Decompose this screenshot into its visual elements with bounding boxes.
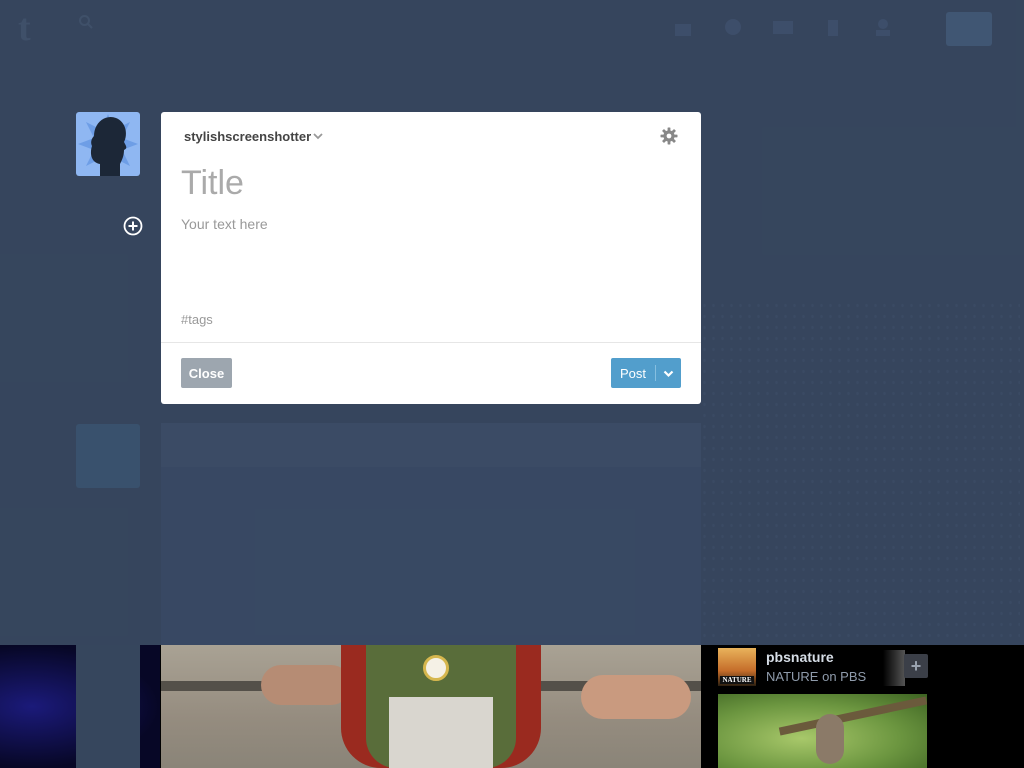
- blog-selector[interactable]: stylishscreenshotter: [184, 129, 311, 144]
- body-text-input[interactable]: [181, 216, 677, 296]
- tumblr-logo-icon[interactable]: t: [18, 6, 31, 50]
- chevron-down-icon[interactable]: [313, 133, 323, 140]
- follow-button[interactable]: +: [904, 654, 928, 678]
- add-blog-icon[interactable]: [123, 216, 143, 236]
- search-icon[interactable]: [78, 14, 94, 30]
- compose-dialog: stylishscreenshotter Close Post: [161, 112, 701, 404]
- post-button[interactable]: Post: [611, 358, 655, 388]
- recommended-blog-title: NATURE on PBS: [766, 669, 867, 684]
- tags-input[interactable]: [181, 310, 677, 328]
- post-author-avatar[interactable]: [76, 424, 140, 488]
- post-options-button[interactable]: [656, 358, 681, 388]
- inbox-icon[interactable]: [772, 18, 794, 36]
- title-input[interactable]: [181, 162, 677, 204]
- account-icon[interactable]: [872, 18, 894, 36]
- top-navigation-bar: t: [0, 0, 1024, 56]
- dialog-footer: Close Post: [161, 342, 701, 404]
- feed-post-body: [161, 467, 701, 645]
- gear-icon[interactable]: [660, 127, 678, 145]
- recommended-blog-name[interactable]: pbsnature: [766, 649, 834, 665]
- left-column: [76, 645, 140, 768]
- chevron-down-icon: [663, 370, 674, 377]
- activity-icon[interactable]: [822, 18, 844, 36]
- post-button-group: Post: [611, 358, 681, 388]
- user-avatar[interactable]: [76, 112, 140, 176]
- home-icon[interactable]: [672, 18, 694, 36]
- recommended-post-image[interactable]: [718, 694, 927, 768]
- feed-post-header: [161, 423, 701, 467]
- recommended-blog-avatar[interactable]: NATURE: [718, 648, 756, 686]
- post-image[interactable]: [161, 645, 701, 768]
- nature-logo: NATURE: [720, 676, 754, 684]
- explore-icon[interactable]: [722, 18, 744, 36]
- recommended-blog[interactable]: NATURE pbsnature NATURE on PBS +: [718, 648, 928, 686]
- close-button[interactable]: Close: [181, 358, 232, 388]
- fade: [883, 650, 905, 686]
- background-pattern: [700, 300, 1020, 640]
- silhouette-icon: [78, 114, 138, 176]
- compose-button[interactable]: [946, 12, 992, 46]
